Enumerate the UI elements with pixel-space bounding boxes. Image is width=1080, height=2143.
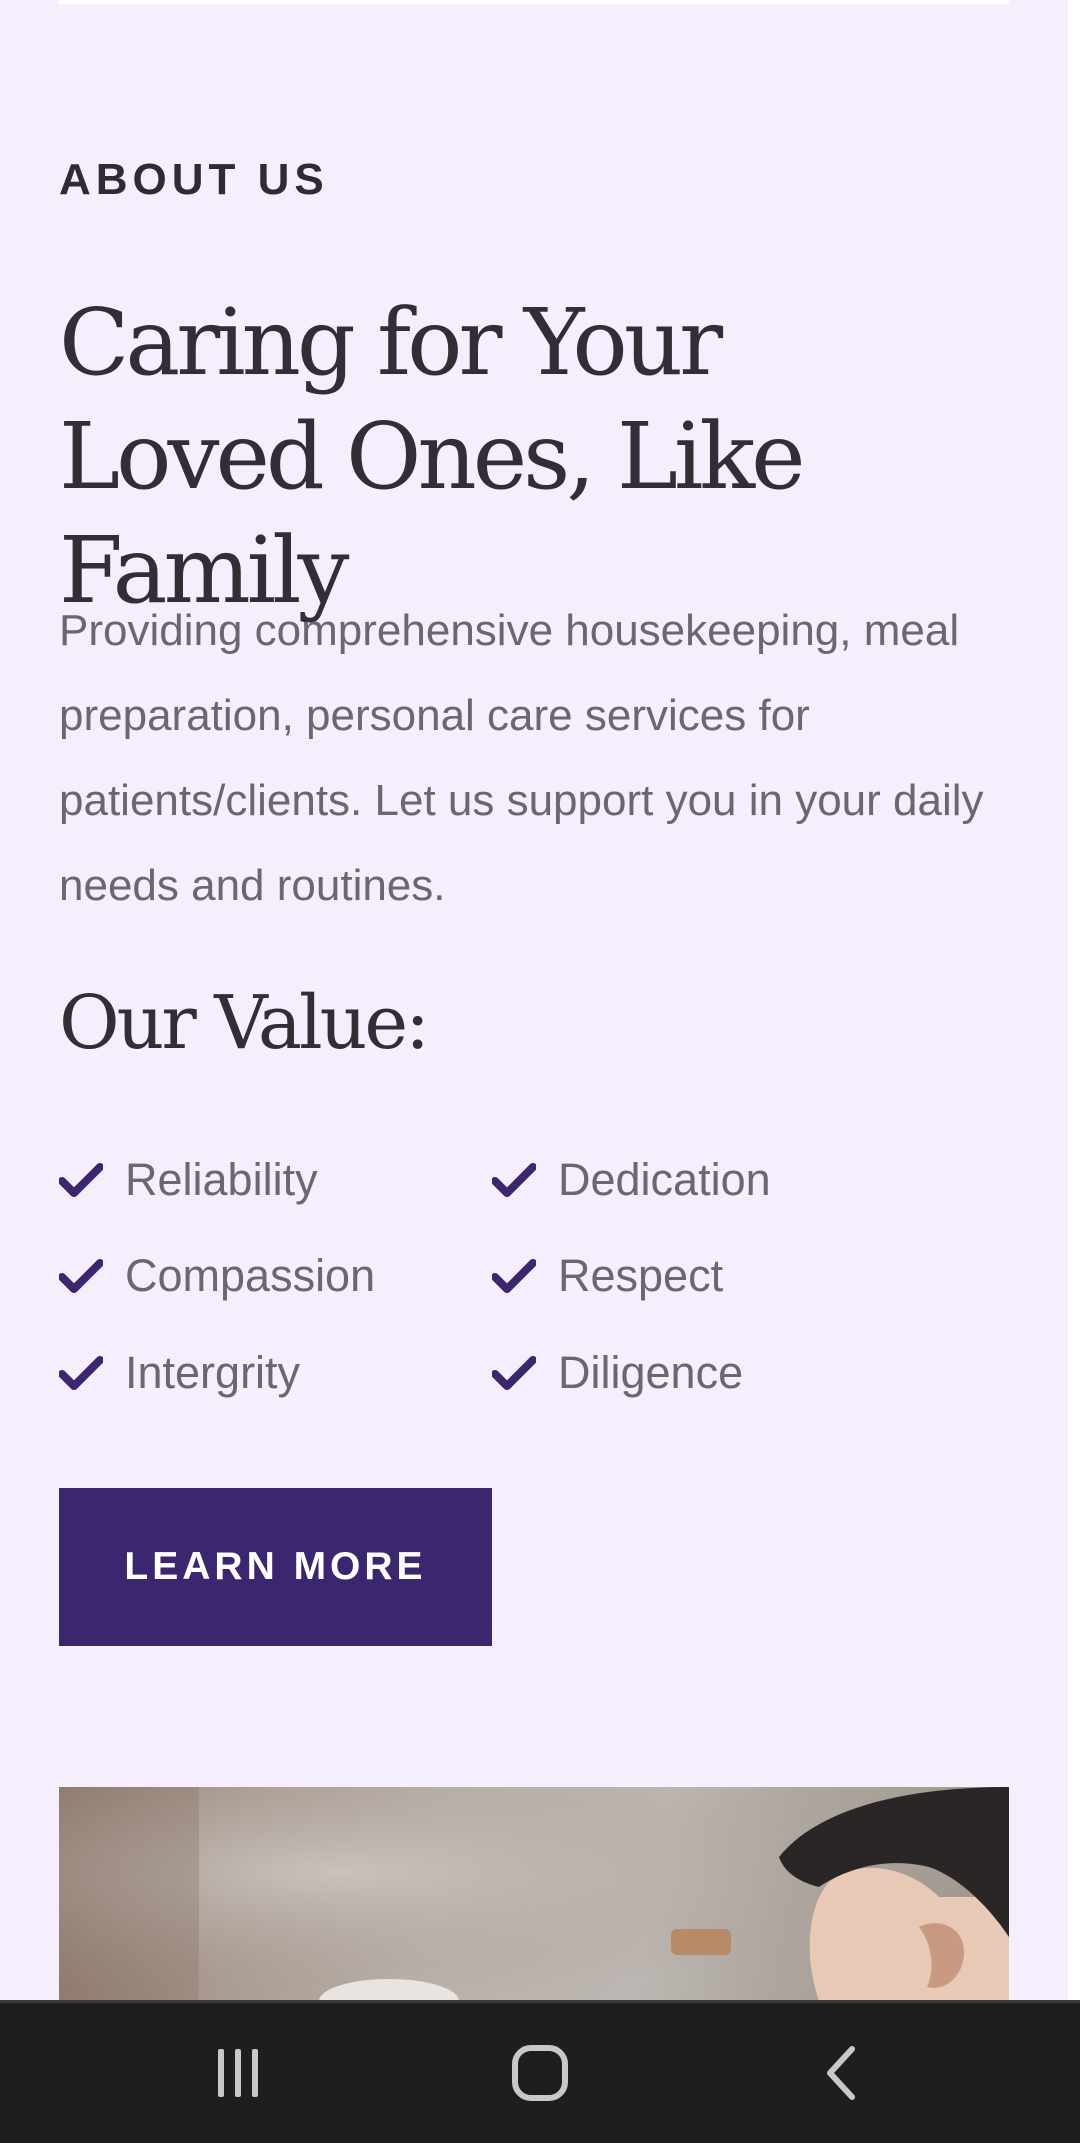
value-item-dedication: Dedication [492, 1150, 771, 1210]
value-label: Respect [558, 1250, 724, 1301]
home-icon [512, 2045, 568, 2101]
page-title: Caring for Your Loved Ones, Like Family [59, 289, 806, 624]
value-item-diligence: Diligence [492, 1343, 743, 1403]
check-icon [492, 1356, 536, 1390]
check-icon [492, 1163, 536, 1197]
back-button[interactable] [762, 2003, 922, 2143]
section-divider [59, 0, 1009, 4]
system-navigation-bar [0, 2000, 1080, 2143]
recent-apps-button[interactable] [158, 2003, 318, 2143]
photo-illustration [59, 1787, 1009, 2001]
value-item-compassion: Compassion [59, 1246, 375, 1306]
value-item-reliability: Reliability [59, 1150, 318, 1210]
learn-more-button[interactable]: LEARN MORE [59, 1488, 492, 1646]
value-label: Diligence [558, 1347, 744, 1398]
check-icon [59, 1356, 103, 1390]
check-icon [59, 1259, 103, 1293]
caregiver-photo [59, 1787, 1009, 2001]
value-item-respect: Respect [492, 1246, 723, 1306]
home-button[interactable] [460, 2003, 620, 2143]
back-icon [827, 2046, 855, 2100]
value-item-integrity: Intergrity [59, 1343, 300, 1403]
page-edge [1068, 0, 1080, 2000]
recent-apps-icon [218, 2049, 258, 2097]
value-label: Intergrity [125, 1347, 301, 1398]
value-label: Reliability [125, 1154, 318, 1205]
values-title: Our Value: [59, 980, 430, 1066]
check-icon [492, 1259, 536, 1293]
intro-paragraph: Providing comprehensive housekeeping, me… [59, 606, 984, 910]
value-label: Compassion [125, 1250, 376, 1301]
value-label: Dedication [558, 1154, 771, 1205]
check-icon [59, 1163, 103, 1197]
section-eyebrow: ABOUT US [59, 155, 329, 204]
